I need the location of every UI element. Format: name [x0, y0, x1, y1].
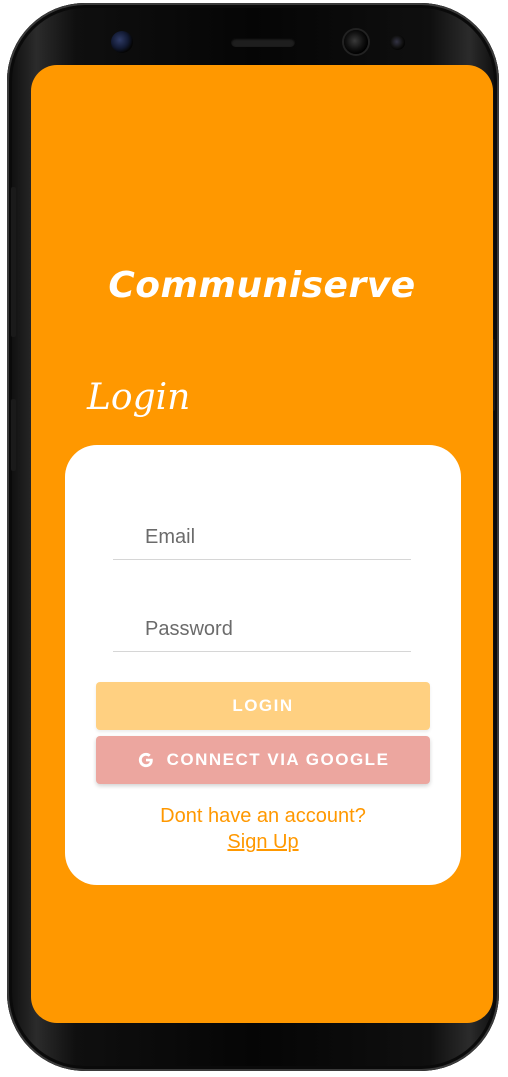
google-button-label: CONNECT VIA GOOGLE [166, 750, 390, 769]
phone-frame: Communiserve Login LOGIN CONNECT VIA GOO… [7, 3, 499, 1071]
earpiece-speaker [231, 38, 295, 47]
iris-sensor-icon [390, 35, 405, 50]
signup-prompt: Dont have an account? [160, 805, 366, 827]
front-camera-icon [344, 30, 368, 54]
email-input[interactable] [145, 521, 405, 553]
login-card: LOGIN CONNECT VIA GOOGLE Dont have an ac… [65, 445, 461, 885]
password-input[interactable] [145, 613, 405, 645]
connect-google-button[interactable]: CONNECT VIA GOOGLE [96, 736, 430, 784]
login-button-label: LOGIN [232, 696, 294, 715]
volume-button [11, 187, 16, 337]
app-title: Communiserve [108, 265, 416, 306]
bixby-button [11, 399, 16, 471]
signup-link[interactable]: Sign Up [65, 831, 461, 854]
app-screen: Communiserve Login LOGIN CONNECT VIA GOO… [31, 65, 493, 1023]
email-field [113, 515, 411, 560]
password-field [113, 607, 411, 652]
sensor-icon [111, 31, 133, 53]
login-heading: Login [87, 377, 191, 418]
google-g-icon [138, 752, 153, 768]
login-button[interactable]: LOGIN [96, 682, 430, 730]
